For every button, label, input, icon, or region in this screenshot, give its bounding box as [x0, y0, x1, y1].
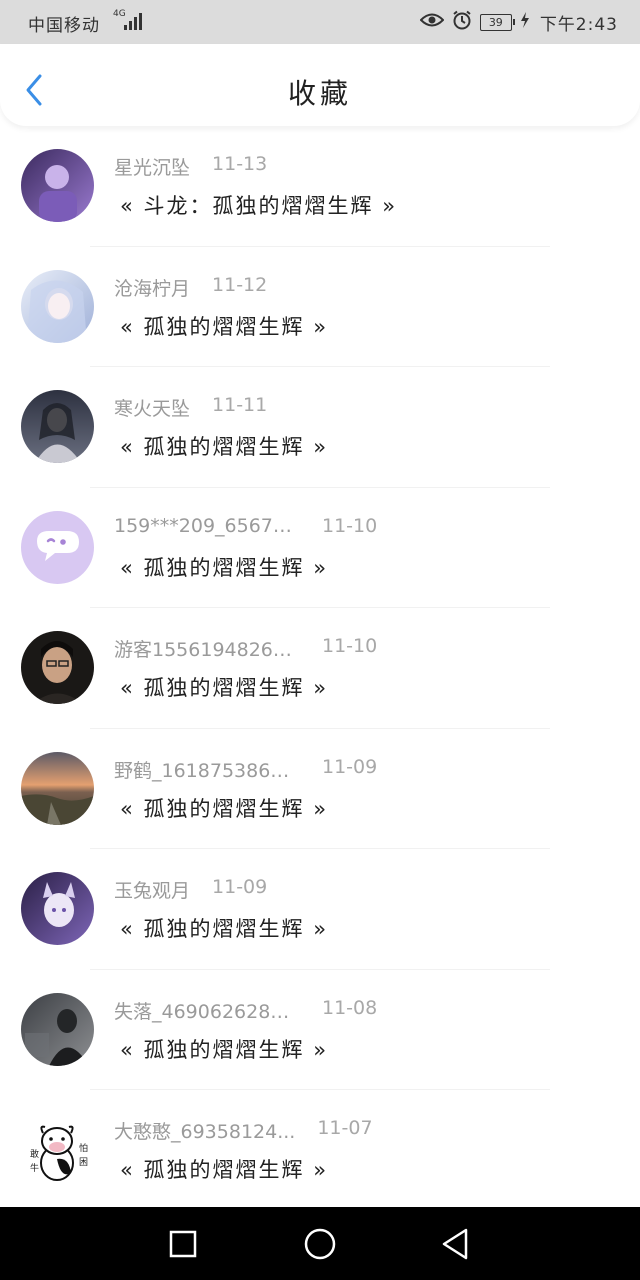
item-date: 11-10 — [322, 635, 378, 657]
item-meta: 玉兔观月 11-09 — [114, 876, 267, 903]
item-meta: 沧海柠月 11-12 — [114, 274, 267, 301]
story-title[interactable]: « 孤独的熠熠生辉 » — [120, 913, 328, 943]
item-date: 11-09 — [212, 876, 268, 898]
status-icons: 39 下午2:43 — [412, 9, 618, 35]
battery-indicator: 39 — [479, 13, 515, 31]
list-item[interactable]: 敢 牛 怕 困 大憨憨_69358124... 11-07 « 孤独的熠熠生辉 … — [0, 1090, 640, 1211]
header: 收藏 — [0, 44, 640, 126]
item-meta: 失落_4690626282... 11-08 — [114, 997, 377, 1024]
avatar — [21, 992, 94, 1066]
story-title[interactable]: « 孤独的熠熠生辉 » — [120, 431, 328, 461]
story-title[interactable]: « 孤独的熠熠生辉 » — [120, 1034, 328, 1064]
item-date: 11-10 — [322, 514, 378, 537]
item-meta: 野鹤_1618753863... 11-09 — [114, 756, 377, 783]
svg-text:怕: 怕 — [79, 1142, 88, 1154]
user-name[interactable]: 寒火天坠 — [114, 394, 190, 421]
charging-icon — [520, 11, 530, 33]
alarm-icon — [452, 10, 472, 35]
item-meta: 大憨憨_69358124... 11-07 — [114, 1117, 373, 1144]
system-nav-bar — [0, 1207, 640, 1280]
story-title[interactable]: « 孤独的熠熠生辉 » — [120, 552, 328, 582]
story-title[interactable]: « 孤独的熠熠生辉 » — [120, 793, 328, 823]
cow-icon: 敢 牛 怕 困 — [21, 1113, 94, 1186]
story-title[interactable]: « 孤独的熠熠生辉 » — [120, 311, 328, 341]
user-name[interactable]: 游客15561948263... — [114, 635, 300, 662]
square-icon — [169, 1230, 197, 1258]
avatar — [21, 149, 94, 222]
item-meta: 寒火天坠 11-11 — [114, 394, 267, 421]
avatar — [21, 269, 94, 343]
avatar: 敢 牛 怕 困 — [21, 1113, 94, 1186]
list-item[interactable]: 野鹤_1618753863... 11-09 « 孤独的熠熠生辉 » — [0, 729, 640, 849]
user-name[interactable]: 沧海柠月 — [114, 274, 190, 301]
item-meta: 159***209_656749... 11-10 — [114, 515, 377, 537]
item-date: 11-08 — [322, 996, 378, 1019]
story-title[interactable]: « 孤独的熠熠生辉 » — [120, 672, 328, 702]
item-date: 11-13 — [212, 153, 268, 175]
home-button[interactable] — [300, 1224, 340, 1264]
item-meta: 游客15561948263... 11-10 — [114, 635, 377, 662]
story-title[interactable]: « 孤独的熠熠生辉 » — [120, 1154, 328, 1184]
status-bar: 中国移动 4G 39 下午2:43 — [0, 0, 640, 44]
list-item[interactable]: 失落_4690626282... 11-08 « 孤独的熠熠生辉 » — [0, 970, 640, 1090]
triangle-back-icon — [442, 1228, 468, 1260]
user-name[interactable]: 失落_4690626282... — [114, 997, 300, 1024]
signal-icon — [124, 12, 146, 30]
list-item[interactable]: 游客15561948263... 11-10 « 孤独的熠熠生辉 » — [0, 608, 640, 729]
svg-text:牛: 牛 — [30, 1162, 39, 1174]
user-name[interactable]: 星光沉坠 — [114, 153, 190, 180]
list-item[interactable]: 159***209_656749... 11-10 « 孤独的熠熠生辉 » — [0, 488, 640, 608]
user-name[interactable]: 大憨憨_69358124... — [114, 1117, 295, 1144]
eye-icon — [419, 12, 445, 33]
svg-text:敢: 敢 — [30, 1148, 39, 1160]
avatar — [21, 872, 94, 945]
recent-apps-button[interactable] — [163, 1224, 203, 1264]
story-title[interactable]: « 斗龙：孤独的熠熠生辉 » — [120, 190, 397, 220]
page-title: 收藏 — [287, 77, 352, 110]
list-item[interactable]: 沧海柠月 11-12 « 孤独的熠熠生辉 » — [0, 247, 640, 367]
list-item[interactable]: 玉兔观月 11-09 « 孤独的熠熠生辉 » — [0, 849, 640, 970]
user-name[interactable]: 野鹤_1618753863... — [114, 756, 300, 783]
favorites-list: 星光沉坠 11-13 « 斗龙：孤独的熠熠生辉 » 沧海柠月 11-12 « 孤… — [0, 126, 640, 1211]
list-item[interactable]: 寒火天坠 11-11 « 孤独的熠熠生辉 » — [0, 367, 640, 488]
avatar — [21, 510, 94, 584]
avatar — [21, 631, 94, 704]
item-date: 11-12 — [212, 273, 268, 296]
item-date: 11-07 — [317, 1117, 373, 1139]
user-name[interactable]: 159***209_656749... — [114, 515, 300, 537]
clock-time: 下午2:43 — [539, 14, 618, 35]
list-item[interactable]: 星光沉坠 11-13 « 斗龙：孤独的熠熠生辉 » — [0, 126, 640, 247]
item-date: 11-09 — [322, 755, 378, 778]
chat-bubble-icon — [21, 510, 94, 584]
back-nav-button[interactable] — [436, 1224, 476, 1264]
user-name[interactable]: 玉兔观月 — [114, 876, 190, 903]
item-date: 11-11 — [212, 394, 268, 416]
circle-icon — [304, 1228, 336, 1260]
avatar — [21, 751, 94, 825]
svg-text:困: 困 — [79, 1157, 88, 1168]
carrier-name: 中国移动 — [28, 16, 100, 36]
avatar — [21, 390, 94, 463]
item-meta: 星光沉坠 11-13 — [114, 153, 267, 180]
